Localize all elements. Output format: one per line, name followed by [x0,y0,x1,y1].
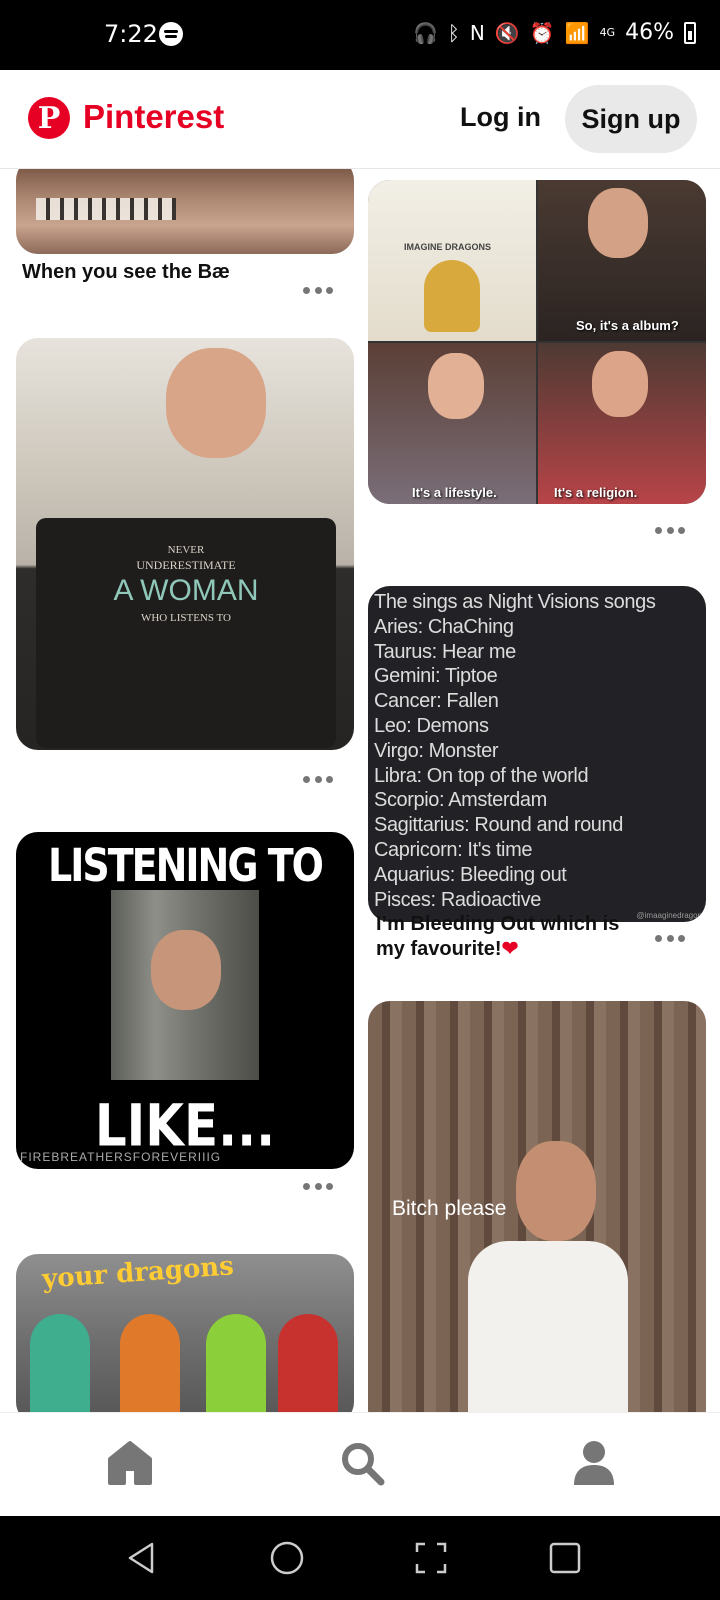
more-options-icon[interactable] [655,525,685,535]
text-line: Cancer: Fallen [374,690,499,713]
home-icon[interactable] [106,1439,154,1487]
text-line: Gemini: Tiptoe [374,665,498,688]
pin-image[interactable]: The sings as Night Visions songs Aries: C… [368,586,706,922]
face-graphic [588,188,648,258]
scene-graphic: It's a religion. [538,343,706,504]
hands-graphic [424,260,480,332]
status-bar: 7:22 🎧 ᛒ N 🔇 ⏰ 📶 4G 46% [0,0,720,70]
scene-caption: It's a religion. [554,485,638,500]
nfc-icon: N [469,20,485,45]
more-options-icon[interactable] [655,933,685,943]
face-graphic [151,930,221,1010]
shirt-text: NEVER [167,544,205,556]
login-button[interactable]: Log in [456,100,545,135]
system-navigation [0,1516,720,1600]
pinterest-logo-icon[interactable]: P [28,97,70,139]
text-line: Leo: Demons [374,714,489,737]
status-icons: 🎧 ᛒ N 🔇 ⏰ 📶 4G 46% [413,20,696,45]
pin-image[interactable]: NEVER UNDERESTIMATE A WOMAN WHO LISTENS … [16,338,354,750]
spotify-icon [159,22,183,46]
tank-top-graphic [468,1241,628,1412]
pin-image[interactable]: your dragons [16,1254,354,1412]
pin-image[interactable]: Bitch please [368,1001,706,1412]
text-list: The sings as Night Visions songs Aries: C… [374,590,656,912]
shirt-text: UNDERESTIMATE [136,558,236,572]
headphones-icon: 🎧 [412,20,438,45]
face-graphic [428,353,484,419]
battery-percent: 46% [625,20,674,45]
dragons-title: your dragons [41,1254,235,1295]
signup-button[interactable]: Sign up [565,85,697,153]
text-line: Sagittarius: Round and round [374,814,623,837]
pin-caption[interactable]: I’m Bleeding Out which is my favourite!❤ [376,912,636,962]
bluetooth-icon: ᛒ [447,20,460,45]
battery-icon [684,21,696,44]
text-line: The sings as Night Visions songs [374,591,656,613]
shirt-text: WHO LISTENS TO [140,612,232,624]
bottom-navigation [0,1412,720,1517]
text-line: Capricorn: It's time [374,838,533,861]
text-line: Scorpio: Amsterdam [374,789,547,812]
recents-icon[interactable] [547,1540,583,1576]
more-options-icon[interactable] [303,774,333,784]
text-line: Libra: On top of the world [374,764,589,787]
status-time: 7:22 [104,20,158,48]
pin-image[interactable]: LISTENING TO DREAM LIKE... FIREBREATHERS… [16,832,354,1169]
pin-caption-text: I’m Bleeding Out which is my favourite! [376,913,620,960]
face-graphic [592,351,648,417]
pin-image[interactable] [16,168,354,254]
watermark: @imaaginedragon [636,911,703,920]
face-graphic [516,1141,596,1241]
network-label: 4G [599,26,616,39]
wifi-icon: 📶 [564,20,590,45]
screenshot-icon[interactable] [413,1540,449,1576]
album-cover-graphic: IMAGINE DRAGONS [368,180,536,341]
dragon-graphic [30,1314,90,1412]
photo-graphic [111,890,259,1080]
meme-overlay-text: Bitch please [392,1197,507,1220]
brand-name[interactable]: Pinterest [83,98,224,136]
text-line: Aries: ChaChing [374,615,514,638]
alarm-icon: ⏰ [529,20,555,45]
tshirt-graphic: NEVER UNDERESTIMATE A WOMAN WHO LISTENS … [36,518,336,748]
scene-graphic: It's a lifestyle. [368,343,536,504]
mute-icon: 🔇 [494,20,520,45]
app-header: P Pinterest Log in Sign up [0,70,720,169]
scene-caption: So, it's a album? [576,318,679,333]
dragon-graphic [206,1314,266,1412]
home-circle-icon[interactable] [269,1540,305,1576]
dragon-graphic [278,1314,338,1412]
search-icon[interactable] [338,1439,386,1487]
text-line: Pisces: Radioactive [374,888,541,911]
face-graphic [166,348,266,458]
pin-image[interactable]: IMAGINE DRAGONS So, it's a album? It's a… [368,180,706,504]
text-line: Taurus: Hear me [374,640,516,663]
more-options-icon[interactable] [303,1181,333,1191]
scene-graphic: So, it's a album? [538,180,706,341]
text-line: Aquarius: Bleeding out [374,863,567,886]
shirt-text: A WOMAN [113,574,259,607]
keyboard-graphic [36,198,176,220]
back-icon[interactable] [124,1540,160,1576]
watermark: FIREBREATHERSFOREVERIIIG [20,1150,222,1164]
text-line: Virgo: Monster [374,739,499,762]
profile-icon[interactable] [570,1439,618,1487]
heart-icon: ❤ [501,938,519,960]
dragon-graphic [120,1314,180,1412]
pin-feed: When you see the Bæ NEVER UNDERESTIMATE … [0,168,720,1412]
album-logo: IMAGINE DRAGONS [404,242,492,252]
scene-caption: It's a lifestyle. [412,485,497,500]
pin-caption[interactable]: When you see the Bæ [22,260,322,285]
more-options-icon[interactable] [303,285,333,295]
